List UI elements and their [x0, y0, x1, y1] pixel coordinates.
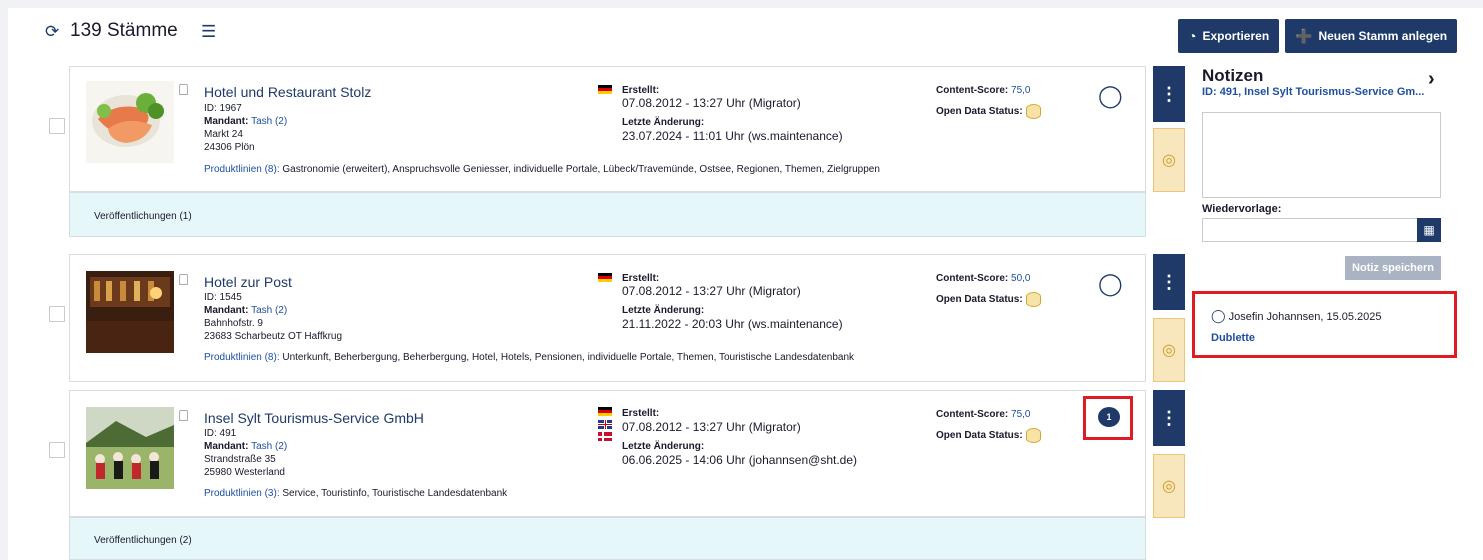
- produktlinien: Produktlinien (8): Unterkunft, Beherberg…: [204, 352, 855, 363]
- globe-icon[interactable]: ◎: [1153, 128, 1185, 192]
- database-icon: [1025, 292, 1041, 307]
- flag-de-icon: [598, 407, 612, 416]
- publications-bar: Veröffentlichungen (2): [69, 517, 1146, 560]
- record-city: 25980 Westerland: [204, 467, 285, 478]
- changed-value: 06.06.2025 - 14:06 Uhr (johannsen@sht.de…: [622, 453, 858, 467]
- record-id: ID: 1967: [204, 103, 242, 114]
- globe-icon[interactable]: ◎: [1153, 454, 1185, 518]
- note-entry: ◯ Josefin Johannsen, 15.05.2025 Dublette: [1192, 291, 1457, 358]
- notes-title: Notizen: [1202, 66, 1264, 85]
- select-checkbox[interactable]: [49, 306, 65, 322]
- select-checkbox[interactable]: [49, 442, 65, 458]
- publications-link[interactable]: Veröffentlichungen (1): [94, 210, 192, 223]
- record-street: Strandstraße 35: [204, 454, 276, 465]
- flag-de-icon: [598, 85, 612, 94]
- record-city: 24306 Plön: [204, 142, 255, 153]
- more-options-button[interactable]: ⋮: [1153, 66, 1185, 122]
- building-icon: ⎕: [179, 82, 189, 99]
- record-thumbnail: [86, 271, 174, 353]
- record-title[interactable]: Hotel und Restaurant Stolz: [204, 84, 371, 100]
- record-thumbnail: [86, 407, 174, 489]
- content-score: Content-Score: 75,0: [936, 409, 1031, 420]
- record-thumbnail: [86, 81, 174, 163]
- calendar-icon[interactable]: ▦: [1417, 218, 1441, 242]
- note-textarea[interactable]: [1202, 112, 1441, 198]
- note-author: Josefin Johannsen, 15.05.2025: [1228, 311, 1382, 323]
- open-data-status: Open Data Status:: [936, 104, 1041, 119]
- record-id: ID: 491: [204, 428, 237, 439]
- database-icon: [1025, 428, 1041, 443]
- produktlinien: Produktlinien (3): Service, Touristinfo,…: [204, 488, 508, 499]
- record-street: Bahnhofstr. 9: [204, 318, 263, 329]
- select-checkbox[interactable]: [49, 118, 65, 134]
- wiedervorlage-label: Wiedervorlage:: [1202, 203, 1282, 215]
- record-street: Markt 24: [204, 129, 243, 140]
- refresh-icon[interactable]: ⟳: [45, 22, 59, 42]
- comment-filled-icon[interactable]: 1: [1098, 407, 1120, 427]
- building-icon: ⎕: [179, 272, 189, 289]
- record-id: ID: 1545: [204, 292, 242, 303]
- notes-subtitle: ID: 491, Insel Sylt Tourismus-Service Gm…: [1202, 86, 1425, 98]
- database-icon: [1025, 104, 1041, 119]
- new-record-button[interactable]: ➕ Neuen Stamm anlegen: [1285, 19, 1458, 53]
- record-title[interactable]: Hotel zur Post: [204, 274, 292, 290]
- comment-icon[interactable]: ◯: [1098, 273, 1123, 295]
- comment-count: 1: [1106, 412, 1112, 422]
- record-card: ⎕ Hotel und Restaurant Stolz ID: 1967 Ma…: [69, 66, 1146, 192]
- record-count: 139 Stämme: [70, 20, 178, 41]
- export-button[interactable]: ◔ Exportieren: [1178, 19, 1280, 53]
- save-note-button[interactable]: Notiz speichern: [1345, 256, 1441, 280]
- produktlinien: Produktlinien (8): Gastronomie (erweiter…: [204, 164, 880, 175]
- changed-value: 23.07.2024 - 11:01 Uhr (ws.maintenance): [622, 129, 843, 143]
- chevron-right-icon[interactable]: ›: [1428, 68, 1435, 91]
- list-view-icon[interactable]: ☰: [201, 22, 216, 42]
- record-card: ⎕ Hotel zur Post ID: 1545 Mandant: Tash …: [69, 254, 1146, 382]
- mandant-link[interactable]: Tash (2): [251, 441, 287, 452]
- changed-value: 21.11.2022 - 20:03 Uhr (ws.maintenance): [622, 317, 843, 331]
- record-title[interactable]: Insel Sylt Tourismus-Service GmbH: [204, 410, 424, 426]
- content-score: Content-Score: 75,0: [936, 85, 1031, 96]
- record-city: 23683 Scharbeutz OT Haffkrug: [204, 331, 343, 342]
- comment-icon[interactable]: ◯: [1098, 85, 1123, 107]
- record-card: ⎕ Insel Sylt Tourismus-Service GmbH ID: …: [69, 390, 1146, 517]
- content-score: Content-Score: 50,0: [936, 273, 1031, 284]
- note-text: Dublette: [1211, 332, 1255, 344]
- mandant-link[interactable]: Tash (2): [251, 116, 287, 127]
- building-icon: ⎕: [179, 408, 189, 425]
- more-options-button[interactable]: ⋮: [1153, 390, 1185, 446]
- created-value: 07.08.2012 - 13:27 Uhr (Migrator): [622, 284, 801, 298]
- open-data-status: Open Data Status:: [936, 428, 1041, 443]
- open-data-status: Open Data Status:: [936, 292, 1041, 307]
- flag-gb-icon: [598, 420, 612, 429]
- flag-de-icon: [598, 273, 612, 282]
- mandant-link[interactable]: Tash (2): [251, 305, 287, 316]
- comment-icon: ◯: [1211, 308, 1226, 323]
- created-value: 07.08.2012 - 13:27 Uhr (Migrator): [622, 420, 801, 434]
- chart-icon: ◔: [1188, 28, 1197, 44]
- wiedervorlage-input[interactable]: [1202, 218, 1418, 242]
- add-document-icon: ➕: [1295, 27, 1313, 44]
- publications-link[interactable]: Veröffentlichungen (2): [94, 534, 192, 547]
- more-options-button[interactable]: ⋮: [1153, 254, 1185, 310]
- flag-dk-icon: [598, 432, 612, 441]
- publications-bar: Veröffentlichungen (1): [69, 192, 1146, 237]
- globe-icon[interactable]: ◎: [1153, 318, 1185, 382]
- created-value: 07.08.2012 - 13:27 Uhr (Migrator): [622, 96, 801, 110]
